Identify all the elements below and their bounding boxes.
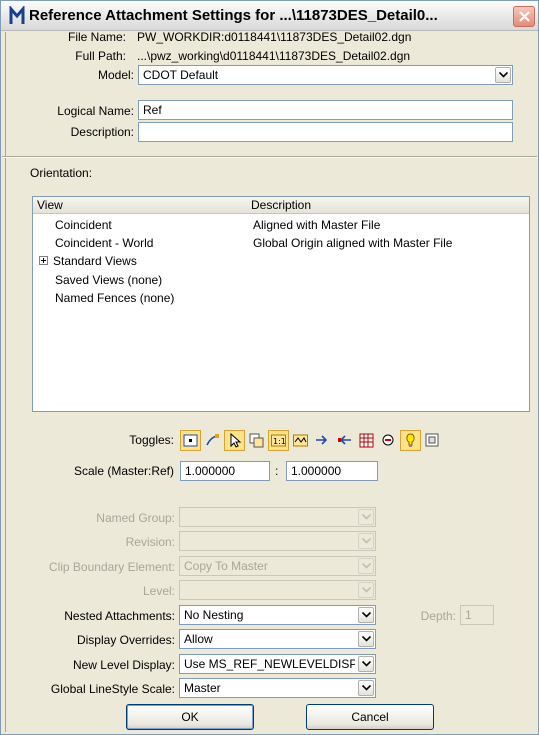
chevron-down-icon <box>499 72 508 78</box>
full-path-label: Full Path: <box>75 49 126 63</box>
ignore-toggle-icon[interactable] <box>246 430 267 451</box>
orientation-list[interactable]: View Description Coincident Aligned with… <box>32 196 530 412</box>
level-label: Level: <box>142 584 175 598</box>
dialog-client-area: File Name: PW_WORKDIR:d0118441\11873DES_… <box>2 30 537 734</box>
column-header-description[interactable]: Description <box>251 198 311 212</box>
list-item[interactable]: Coincident Aligned with Master File <box>33 216 529 234</box>
description-label: Description: <box>70 125 134 139</box>
nested-attachments-value: No Nesting <box>184 608 244 622</box>
view-name: Standard Views <box>53 254 137 268</box>
scale-line-style-icon[interactable] <box>290 430 311 451</box>
cancel-button[interactable]: Cancel <box>306 704 434 730</box>
full-path-value: ...\pwz_working\d0118441\11873DES_Detail… <box>137 49 411 63</box>
global-linestyle-scale-value: Master <box>184 681 221 695</box>
global-linestyle-scale-dropdown-button[interactable] <box>358 680 374 696</box>
microstation-app-icon <box>9 6 25 24</box>
list-item[interactable]: Saved Views (none) <box>33 271 529 289</box>
chevron-down-icon <box>358 533 374 549</box>
list-item[interactable]: Standard Views <box>33 252 529 270</box>
chevron-down-icon <box>358 509 374 525</box>
scale-label: Scale (Master:Ref) <box>73 464 174 478</box>
new-level-display-value: Use MS_REF_NEWLEVELDISPLAY <box>184 657 355 671</box>
model-select-value: CDOT Default <box>143 68 219 82</box>
column-header-view[interactable]: View <box>37 198 63 212</box>
new-level-display-select[interactable]: Use MS_REF_NEWLEVELDISPLAY <box>179 654 376 674</box>
toggles-label: Toggles: <box>129 433 174 447</box>
logical-name-input[interactable]: Ref <box>138 100 513 120</box>
nested-attachments-dropdown-button[interactable] <box>358 607 374 623</box>
close-icon <box>519 11 530 22</box>
list-item[interactable]: Coincident - World Global Origin aligned… <box>33 234 529 252</box>
clip-boundary-label: Clip Boundary Element: <box>48 560 175 574</box>
global-linestyle-scale-label: Global LineStyle Scale: <box>50 682 175 696</box>
chevron-down-icon <box>362 636 371 642</box>
chevron-down-icon <box>362 612 371 618</box>
logical-name-label: Logical Name: <box>57 104 134 118</box>
clip-toggle-icon[interactable] <box>422 430 443 451</box>
treat-as-element-icon[interactable] <box>334 430 355 451</box>
title-bar[interactable]: Reference Attachment Settings for ...\11… <box>1 1 538 31</box>
raster-toggle-icon[interactable] <box>356 430 377 451</box>
view-name: Saved Views (none) <box>55 273 163 287</box>
display-overrides-select[interactable]: Allow <box>179 629 376 649</box>
revision-label: Revision: <box>125 535 175 549</box>
view-name: Coincident - World <box>55 236 154 250</box>
orientation-list-header: View Description <box>33 197 529 214</box>
file-name-value: PW_WORKDIR:d0118441\11873DES_Detail02.dg… <box>137 30 412 44</box>
chevron-down-icon <box>362 661 371 667</box>
dialog-left-border <box>2 32 6 732</box>
scale-separator: : <box>275 464 279 478</box>
level-select <box>179 580 376 600</box>
depth-label: Depth: <box>420 609 456 623</box>
model-dropdown-button[interactable] <box>495 67 511 83</box>
orientation-label: Orientation: <box>30 166 93 180</box>
display-toggle-icon[interactable] <box>180 430 201 451</box>
depth-input: 1 <box>460 605 494 625</box>
ok-button[interactable]: OK <box>126 704 254 730</box>
revision-select <box>179 531 376 551</box>
scale-ref-input[interactable]: 1.000000 <box>286 461 378 481</box>
named-group-select <box>179 507 376 527</box>
scale-master-input[interactable]: 1.000000 <box>180 461 270 481</box>
view-description: Aligned with Master File <box>253 218 381 232</box>
clip-boundary-value: Copy To Master <box>184 559 268 573</box>
chevron-down-icon <box>358 582 374 598</box>
model-select[interactable]: CDOT Default <box>138 65 513 85</box>
nested-attachments-label: Nested Attachments: <box>64 609 175 623</box>
svg-text:1:1: 1:1 <box>273 437 286 446</box>
close-button[interactable] <box>513 6 535 27</box>
new-level-display-dropdown-button[interactable] <box>358 656 374 672</box>
list-item[interactable]: Named Fences (none) <box>33 289 529 307</box>
window-title: Reference Attachment Settings for ...\11… <box>29 7 438 24</box>
description-input[interactable] <box>138 122 513 142</box>
expand-icon[interactable] <box>39 256 48 265</box>
level-display-icon[interactable] <box>378 430 399 451</box>
chevron-down-icon <box>362 685 371 691</box>
chevron-down-icon <box>358 558 374 574</box>
display-overrides-label: Display Overrides: <box>76 633 175 647</box>
display-overrides-dropdown-button[interactable] <box>358 631 374 647</box>
file-name-label: File Name: <box>67 30 126 44</box>
global-linestyle-scale-select[interactable]: Master <box>179 678 376 698</box>
separator-1 <box>2 156 537 158</box>
view-description: Global Origin aligned with Master File <box>253 236 453 250</box>
view-name: Named Fences (none) <box>55 291 175 305</box>
locate-toggle-icon[interactable] <box>224 430 245 451</box>
new-level-display-label: New Level Display: <box>72 658 175 672</box>
true-scale-toggle-icon[interactable]: 1:1 <box>268 430 289 451</box>
view-name: Coincident <box>55 218 112 232</box>
display-overrides-value: Allow <box>184 632 213 646</box>
georeference-icon[interactable] <box>312 430 333 451</box>
nested-attachments-select[interactable]: No Nesting <box>179 605 376 625</box>
model-label: Model: <box>97 68 134 82</box>
lighting-toggle-icon[interactable] <box>400 430 421 451</box>
reference-attachment-settings-dialog: Reference Attachment Settings for ...\11… <box>0 0 539 735</box>
snap-toggle-icon[interactable] <box>202 430 223 451</box>
clip-boundary-select: Copy To Master <box>179 556 376 576</box>
named-group-label: Named Group: <box>96 511 175 525</box>
